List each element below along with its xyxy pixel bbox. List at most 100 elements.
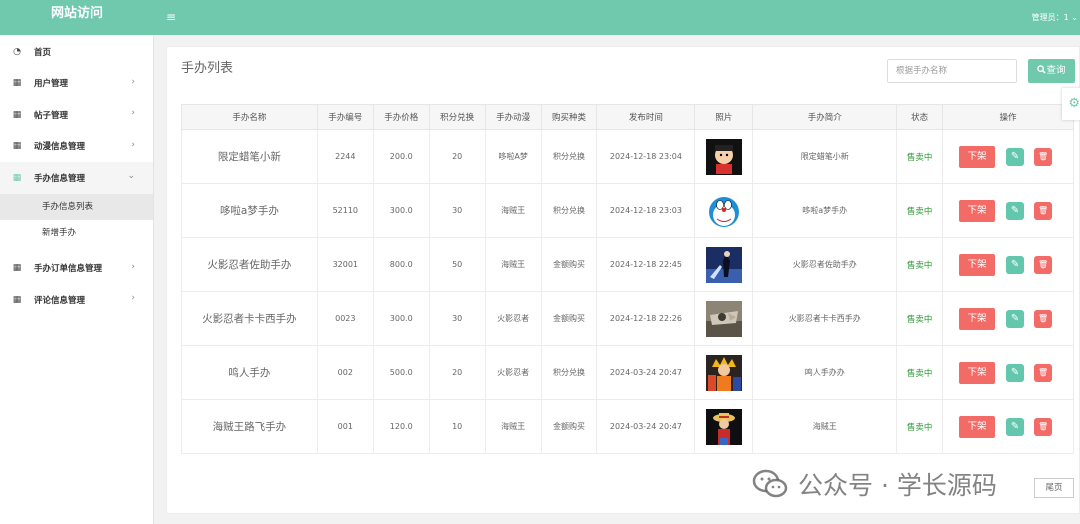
chevron-down-icon: ⌄ <box>127 171 135 181</box>
status-badge: 售卖中 <box>896 237 944 292</box>
cell-intro: 海贼王 <box>752 399 898 454</box>
take-down-button[interactable]: 下架 <box>959 145 996 168</box>
figure-photo <box>705 246 742 283</box>
cell-date: 2024-12-18 23:04 <box>596 129 696 184</box>
table-row: 海贼王路飞手办 001 120.0 10 海贼王 金额购买 2024-03-24… <box>181 399 1074 454</box>
cell-photo <box>694 183 754 238</box>
cell-actions: 下架 ✎ 🗑 <box>942 399 1074 454</box>
status-badge: 售卖中 <box>896 183 944 238</box>
cell-points: 50 <box>428 237 486 292</box>
table-icon: ▦ <box>12 109 22 120</box>
delete-icon[interactable]: 🗑 <box>1034 363 1053 382</box>
take-down-button[interactable]: 下架 <box>959 307 996 330</box>
table-icon: ▦ <box>12 78 22 89</box>
cell-code: 0023 <box>316 291 374 346</box>
delete-icon[interactable]: 🗑 <box>1034 255 1053 274</box>
cell-price: 500.0 <box>372 345 430 400</box>
nav-add-figure[interactable]: 新增手办 <box>0 220 153 246</box>
col-date: 发布时间 <box>596 104 696 130</box>
cell-code: 2244 <box>316 129 374 184</box>
cell-intro: 鸣人手办办 <box>752 345 898 400</box>
cell-type: 积分兑换 <box>540 129 598 184</box>
take-down-button[interactable]: 下架 <box>959 361 996 384</box>
cell-intro: 火影忍者卡卡西手办 <box>752 291 898 346</box>
table-icon: ▦ <box>12 141 22 152</box>
take-down-button[interactable]: 下架 <box>959 253 996 276</box>
cell-intro: 火影忍者佐助手办 <box>752 237 898 292</box>
last-page-button[interactable]: 尾页 <box>1034 478 1074 498</box>
delete-icon[interactable]: 🗑 <box>1034 417 1053 436</box>
watermark-text: 公众号 · 学长源码 <box>798 471 997 500</box>
cell-actions: 下架 ✎ 🗑 <box>942 129 1074 184</box>
page-title: 手办列表 <box>181 61 234 76</box>
col-anime: 手办动漫 <box>484 104 542 130</box>
site-logo[interactable]: 网站访问 <box>0 0 154 35</box>
col-status: 状态 <box>896 104 944 130</box>
table-icon: ▦ <box>12 263 22 274</box>
figure-table: 手办名称 手办编号 手办价格 积分兑换 手办动漫 购买种类 发布时间 照片 手办… <box>181 104 1074 454</box>
chevron-right-icon: › <box>131 139 135 150</box>
take-down-button[interactable]: 下架 <box>959 415 996 438</box>
search-input[interactable] <box>887 59 1017 83</box>
nav-orders[interactable]: ▦ 手办订单信息管理 › <box>0 253 153 285</box>
nav-anime[interactable]: ▦ 动漫信息管理 › <box>0 131 153 163</box>
edit-icon[interactable]: ✎ <box>1006 147 1025 166</box>
nav-label: 首页 <box>34 47 52 58</box>
cell-price: 800.0 <box>372 237 430 292</box>
delete-icon[interactable]: 🗑 <box>1034 201 1053 220</box>
edit-icon[interactable]: ✎ <box>1006 417 1025 436</box>
delete-icon[interactable]: 🗑 <box>1034 147 1053 166</box>
table-header-row: 手办名称 手办编号 手办价格 积分兑换 手办动漫 购买种类 发布时间 照片 手办… <box>181 104 1074 130</box>
delete-icon[interactable]: 🗑 <box>1034 309 1053 328</box>
query-button[interactable]: 查询 <box>1028 59 1075 83</box>
cell-anime: 火影忍者 <box>484 345 542 400</box>
cell-points: 30 <box>428 183 486 238</box>
wechat-icon <box>752 469 788 498</box>
cell-price: 200.0 <box>372 129 430 184</box>
table-row: 哆啦a梦手办 52110 300.0 30 海贼王 积分兑换 2024-12-1… <box>181 183 1074 238</box>
watermark: 公众号 · 学长源码 <box>752 466 997 502</box>
cell-code: 52110 <box>316 183 374 238</box>
nav-label: 手办信息管理 <box>34 173 86 184</box>
status-badge: 售卖中 <box>896 129 944 184</box>
cell-photo <box>694 399 754 454</box>
table-row: 鸣人手办 002 500.0 20 火影忍者 积分兑换 2024-03-24 2… <box>181 345 1074 400</box>
edit-icon[interactable]: ✎ <box>1006 255 1025 274</box>
nav-figures[interactable]: ▦ 手办信息管理 ⌄ <box>0 162 153 194</box>
cell-photo <box>694 291 754 346</box>
cell-price: 300.0 <box>372 291 430 346</box>
cell-anime: 海贼王 <box>484 399 542 454</box>
edit-icon[interactable]: ✎ <box>1006 309 1025 328</box>
nav-posts[interactable]: ▦ 帖子管理 › <box>0 99 153 131</box>
col-actions: 操作 <box>942 104 1074 130</box>
table-row: 火影忍者佐助手办 32001 800.0 50 海贼王 金额购买 2024-12… <box>181 237 1074 292</box>
cell-code: 001 <box>316 399 374 454</box>
cell-type: 积分兑换 <box>540 183 598 238</box>
cell-points: 20 <box>428 345 486 400</box>
cell-code: 002 <box>316 345 374 400</box>
take-down-button[interactable]: 下架 <box>959 199 996 222</box>
nav-home[interactable]: ◔ 首页 <box>0 36 153 68</box>
menu-toggle-icon[interactable]: ≡ <box>166 10 176 24</box>
cell-date: 2024-12-18 22:45 <box>596 237 696 292</box>
col-type: 购买种类 <box>540 104 598 130</box>
cell-anime: 哆啦A梦 <box>484 129 542 184</box>
cell-actions: 下架 ✎ 🗑 <box>942 237 1074 292</box>
nav-figure-list[interactable]: 手办信息列表 <box>0 193 153 220</box>
col-price: 手办价格 <box>372 104 430 130</box>
nav-users[interactable]: ▦ 用户管理 › <box>0 68 153 100</box>
nav-label: 手办订单信息管理 <box>34 264 103 275</box>
nav-comments[interactable]: ▦ 评论信息管理 › <box>0 284 153 316</box>
cell-name: 限定蜡笔小新 <box>181 129 318 184</box>
sidebar: ◔ 首页 ▦ 用户管理 › ▦ 帖子管理 › ▦ 动漫信息管理 › ▦ 手办信息… <box>0 35 154 524</box>
cell-type: 积分兑换 <box>540 345 598 400</box>
edit-icon[interactable]: ✎ <box>1006 201 1025 220</box>
cell-actions: 下架 ✎ 🗑 <box>942 183 1074 238</box>
cell-points: 20 <box>428 129 486 184</box>
cell-price: 120.0 <box>372 399 430 454</box>
edit-icon[interactable]: ✎ <box>1006 363 1025 382</box>
figure-photo <box>705 354 742 391</box>
nav-label: 动漫信息管理 <box>34 142 86 153</box>
admin-menu[interactable]: 管理员：1 ⌄ <box>1032 12 1078 23</box>
gear-icon[interactable]: ⚙ <box>1062 88 1080 120</box>
